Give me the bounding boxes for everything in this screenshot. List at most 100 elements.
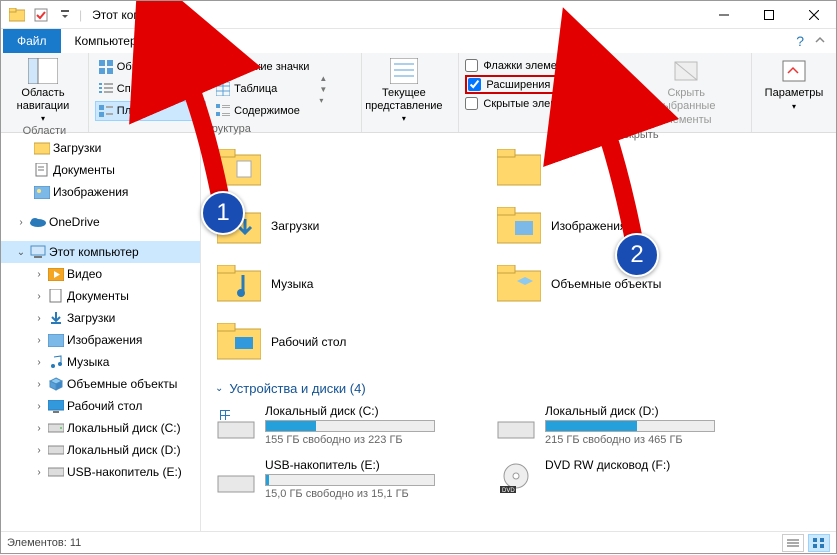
- check-hidden-items[interactable]: Скрытые элементы: [465, 97, 630, 110]
- ribbon-group-current-view: Текущее представление ▾: [362, 53, 460, 132]
- folder-icon: [215, 144, 263, 192]
- view-details-button[interactable]: [782, 534, 804, 552]
- tab-computer[interactable]: Компьютер: [61, 29, 151, 53]
- chevron-down-icon: ⌄: [215, 383, 223, 394]
- tree-downloads2[interactable]: ›Загрузки: [1, 307, 200, 329]
- layout-tiles[interactable]: Плитка: [95, 101, 206, 121]
- status-bar: Элементов: 11: [1, 531, 836, 553]
- close-button[interactable]: [791, 1, 836, 29]
- folder-item[interactable]: [495, 139, 775, 197]
- options-label: Параметры: [765, 87, 824, 100]
- desktop-folder-icon: [215, 318, 263, 366]
- tree-documents[interactable]: Документы: [1, 159, 200, 181]
- layout-list[interactable]: Список: [95, 79, 206, 99]
- current-view-button[interactable]: Текущее представление ▾: [368, 57, 440, 123]
- chevron-right-icon[interactable]: ›: [15, 217, 27, 228]
- drive-usage-bar: [265, 474, 435, 486]
- dropdown-icon: ▾: [41, 114, 45, 123]
- drive-c[interactable]: Локальный диск (C:) 155 ГБ свободно из 2…: [215, 404, 495, 446]
- checkbox-icon[interactable]: [31, 4, 51, 26]
- downloads-icon: [47, 310, 65, 326]
- tree-drive-c[interactable]: ›Локальный диск (C:): [1, 417, 200, 439]
- drive-f[interactable]: DVD DVD RW дисковод (F:): [495, 458, 775, 500]
- volumes-folder-icon: [495, 260, 543, 308]
- folder-desktop[interactable]: Рабочий стол: [215, 313, 495, 371]
- tab-file[interactable]: Файл: [3, 29, 61, 53]
- folder-pictures[interactable]: Изображения: [495, 197, 775, 255]
- maximize-button[interactable]: [746, 1, 791, 29]
- drive-icon: [47, 420, 65, 436]
- tree-this-pc[interactable]: ⌄Этот компьютер: [1, 241, 200, 263]
- ribbon-tabs: Файл Компьютер Вид ?: [1, 29, 836, 53]
- nav-pane-button[interactable]: Область навигации ▾: [7, 57, 79, 123]
- collapse-ribbon-icon[interactable]: [814, 35, 826, 45]
- status-item-count: Элементов: 11: [7, 537, 81, 549]
- panes-group-label: Области: [1, 123, 88, 140]
- minimize-button[interactable]: [701, 1, 746, 29]
- usb-icon: [47, 464, 65, 480]
- folder-item[interactable]: [215, 139, 495, 197]
- options-icon: [778, 57, 810, 85]
- layout-content[interactable]: Содержимое: [212, 101, 313, 121]
- content-pane[interactable]: Загрузки Изображения Музыка Объемные объ…: [201, 133, 836, 531]
- tree-music[interactable]: ›Музыка: [1, 351, 200, 373]
- hide-icon: [670, 57, 702, 85]
- desktop-icon: [47, 398, 65, 414]
- drive-d[interactable]: Локальный диск (D:) 215 ГБ свободно из 4…: [495, 404, 775, 446]
- tree-drive-e[interactable]: ›USB-накопитель (E:): [1, 461, 200, 483]
- drive-e[interactable]: USB-накопитель (E:) 15,0 ГБ свободно из …: [215, 458, 495, 500]
- ribbon-group-show-hide: Флажки элементов Расширения имен файлов …: [459, 53, 752, 132]
- layout-expand[interactable]: ▾: [319, 96, 327, 105]
- folder-downloads[interactable]: Загрузки: [215, 197, 495, 255]
- window-title: Этот компьютер: [88, 8, 701, 22]
- tab-view[interactable]: Вид: [151, 29, 205, 53]
- tree-volumes[interactable]: ›Объемные объекты: [1, 373, 200, 395]
- tree-onedrive[interactable]: ›OneDrive: [1, 211, 200, 233]
- ribbon-group-params: Параметры ▾: [752, 53, 836, 132]
- music-icon: [47, 354, 65, 370]
- help-icon[interactable]: ?: [796, 33, 804, 49]
- folder-icon: [33, 140, 51, 156]
- dropdown-icon: ▾: [792, 102, 796, 111]
- pc-icon: [29, 244, 47, 260]
- tree-drive-d[interactable]: ›Локальный диск (D:): [1, 439, 200, 461]
- drive-icon: [215, 404, 257, 446]
- drives-grid: Локальный диск (C:) 155 ГБ свободно из 2…: [215, 404, 836, 500]
- usb-drive-icon: [215, 458, 257, 500]
- current-view-icon: [388, 57, 420, 85]
- ribbon: Область навигации ▾ Области Обычные знач…: [1, 53, 836, 133]
- tree-pictures[interactable]: Изображения: [1, 181, 200, 203]
- ribbon-group-layout: Обычные значки Мелкие значки Список Табл…: [89, 53, 362, 132]
- qat-dropdown-icon[interactable]: [55, 4, 75, 26]
- layout-scroll-down[interactable]: ▼: [319, 85, 327, 94]
- nav-pane[interactable]: Загрузки Документы Изображения ›OneDrive…: [1, 133, 201, 531]
- folder-music[interactable]: Музыка: [215, 255, 495, 313]
- pictures-folder-icon: [495, 202, 543, 250]
- current-view-label: Текущее представление: [365, 87, 442, 112]
- section-devices[interactable]: ⌄ Устройства и диски (4): [215, 381, 836, 396]
- options-button[interactable]: Параметры ▾: [758, 57, 830, 111]
- layout-table[interactable]: Таблица: [212, 79, 313, 99]
- view-tiles-button[interactable]: [808, 534, 830, 552]
- check-file-extensions[interactable]: Расширения имен файлов: [465, 75, 630, 94]
- tree-documents2[interactable]: ›Документы: [1, 285, 200, 307]
- quick-access-toolbar: |: [1, 4, 88, 26]
- drive-icon: [495, 404, 537, 446]
- documents-icon: [33, 162, 51, 178]
- main-area: Загрузки Документы Изображения ›OneDrive…: [1, 133, 836, 531]
- dvd-drive-icon: DVD: [495, 458, 537, 500]
- check-item-flags[interactable]: Флажки элементов: [465, 59, 630, 72]
- layout-scroll-up[interactable]: ▲: [319, 74, 327, 83]
- tree-desktop[interactable]: ›Рабочий стол: [1, 395, 200, 417]
- folder-icon: [495, 144, 543, 192]
- layout-small-icons[interactable]: Мелкие значки: [212, 57, 313, 77]
- chevron-down-icon[interactable]: ⌄: [15, 247, 27, 258]
- layout-large-icons[interactable]: Обычные значки: [95, 57, 206, 77]
- tree-videos[interactable]: ›Видео: [1, 263, 200, 285]
- folder-volumes[interactable]: Объемные объекты: [495, 255, 775, 313]
- tree-pictures2[interactable]: ›Изображения: [1, 329, 200, 351]
- title-bar: | Этот компьютер: [1, 1, 836, 29]
- nav-pane-label: Область навигации: [7, 87, 79, 112]
- documents-icon: [47, 288, 65, 304]
- drive-icon: [47, 442, 65, 458]
